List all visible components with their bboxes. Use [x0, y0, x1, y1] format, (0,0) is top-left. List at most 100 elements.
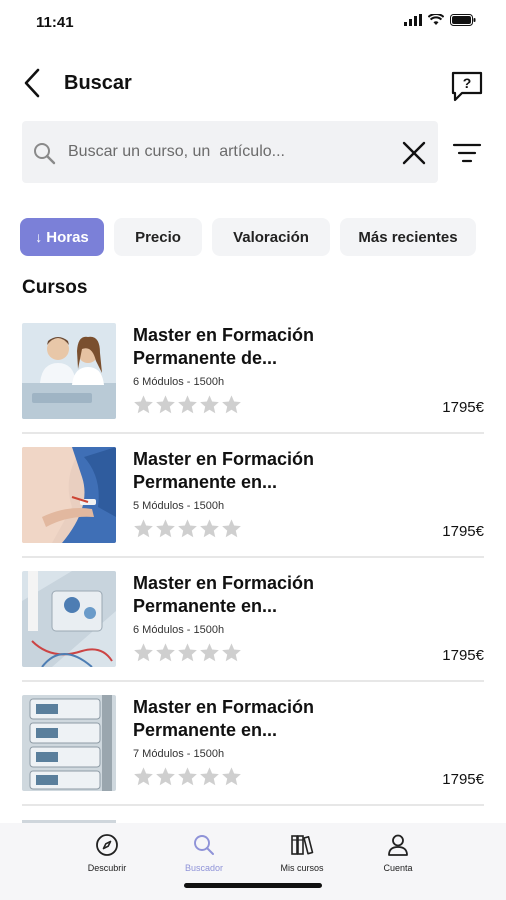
tab-label: Buscador [184, 863, 224, 873]
star-icon [156, 643, 175, 662]
chip-label: Horas [46, 228, 89, 246]
tab-label: Mis cursos [280, 863, 324, 873]
clear-search-button[interactable] [402, 141, 426, 165]
star-icon [134, 643, 153, 662]
star-icon [222, 395, 241, 414]
filter-button[interactable] [452, 141, 482, 165]
star-icon [178, 395, 197, 414]
star-icon [200, 395, 219, 414]
course-meta: 6 Módulos - 1500h [133, 624, 225, 636]
star-icon [178, 519, 197, 538]
course-item[interactable]: Master en Formación Permanente en... 5 M… [0, 434, 506, 558]
star-icon [156, 767, 175, 786]
course-title-line1: Master en Formación [133, 697, 315, 717]
chip-label: Precio [135, 228, 181, 246]
course-meta: 7 Módulos - 1500h [133, 748, 225, 760]
infusion-pumps-image [22, 695, 116, 791]
tab-label: Cuenta [383, 863, 413, 873]
home-indicator[interactable] [184, 883, 322, 888]
course-meta: 5 Módulos - 1500h [133, 500, 225, 512]
chip-label: Valoración [233, 228, 309, 246]
course-title: Master en Formación Permanente en... [133, 696, 353, 742]
status-bar: 11:41 [0, 0, 506, 46]
battery-icon [450, 14, 476, 26]
star-icon [200, 643, 219, 662]
course-item[interactable]: Master en Formación Permanente de... 6 M… [0, 310, 506, 434]
signal-icon [404, 14, 422, 26]
patient-hand-image [22, 447, 116, 543]
medical-equipment-image [22, 571, 116, 667]
compass-icon [96, 834, 118, 856]
course-title-line1: Master en Formación [133, 449, 315, 469]
course-meta: 6 Módulos - 1500h [133, 376, 225, 388]
course-price: 1795€ [442, 771, 484, 788]
tab-buscador[interactable]: Buscador [164, 833, 244, 877]
star-icon [222, 643, 241, 662]
svg-text:?: ? [463, 75, 472, 91]
course-title: Master en Formación Permanente en... [133, 572, 353, 618]
sort-chips: ↓ Horas Precio Valoración Más recientes [20, 218, 476, 256]
star-icon [178, 767, 197, 786]
course-list: Master en Formación Permanente de... 6 M… [0, 310, 506, 806]
star-icon [178, 643, 197, 662]
search-row [22, 121, 488, 183]
search-input[interactable] [68, 139, 388, 165]
status-time: 11:41 [36, 14, 74, 31]
help-button[interactable]: ? [450, 70, 484, 104]
divider [22, 804, 484, 806]
status-icons [404, 14, 476, 26]
star-icon [222, 767, 241, 786]
chip-valoracion[interactable]: Valoración [212, 218, 330, 256]
course-thumbnail [22, 323, 116, 419]
tab-bar: Descubrir Buscador Mis cursos Cuenta [0, 823, 506, 900]
search-box [22, 121, 438, 183]
search-icon [34, 143, 56, 165]
books-icon [291, 835, 314, 855]
wifi-icon [428, 14, 444, 25]
search-icon [194, 835, 214, 855]
section-title: Cursos [22, 277, 88, 298]
chip-label: Más recientes [358, 228, 458, 246]
star-icon [222, 519, 241, 538]
course-title: Master en Formación Permanente en... [133, 448, 353, 494]
tab-label: Descubrir [87, 863, 127, 873]
course-item[interactable]: Master en Formación Permanente en... 6 M… [0, 558, 506, 682]
tab-descubrir[interactable]: Descubrir [67, 833, 147, 877]
doctors-image [22, 323, 116, 419]
course-item[interactable]: Master en Formación Permanente en... 7 M… [0, 682, 506, 806]
chip-precio[interactable]: Precio [114, 218, 202, 256]
star-icon [134, 767, 153, 786]
star-icon [156, 395, 175, 414]
star-icon [200, 767, 219, 786]
course-price: 1795€ [442, 523, 484, 540]
rating-stars [133, 766, 242, 787]
page-title: Buscar [64, 72, 132, 94]
chip-horas[interactable]: ↓ Horas [20, 218, 104, 256]
star-icon [156, 519, 175, 538]
chevron-left-icon [24, 68, 40, 98]
user-icon [388, 834, 408, 856]
header: Buscar ? [0, 60, 506, 108]
course-thumbnail [22, 571, 116, 667]
tab-mis-cursos[interactable]: Mis cursos [262, 833, 342, 877]
course-thumbnail [22, 695, 116, 791]
star-icon [200, 519, 219, 538]
back-button[interactable] [20, 66, 46, 100]
course-title: Master en Formación Permanente de... [133, 324, 353, 370]
course-title-line1: Master en Formación [133, 325, 315, 345]
help-chat-icon: ? [451, 71, 483, 102]
rating-stars [133, 642, 242, 663]
filter-icon [452, 143, 482, 163]
course-title-line2: Permanente en... [133, 720, 278, 740]
course-title-line2: Permanente de... [133, 348, 278, 368]
course-thumbnail [22, 447, 116, 543]
arrow-down-icon: ↓ [35, 229, 43, 245]
course-price: 1795€ [442, 647, 484, 664]
rating-stars [133, 394, 242, 415]
star-icon [134, 519, 153, 538]
chip-mas-recientes[interactable]: Más recientes [340, 218, 476, 256]
star-icon [134, 395, 153, 414]
course-title-line2: Permanente en... [133, 472, 278, 492]
tab-cuenta[interactable]: Cuenta [358, 833, 438, 877]
course-title-line2: Permanente en... [133, 596, 278, 616]
